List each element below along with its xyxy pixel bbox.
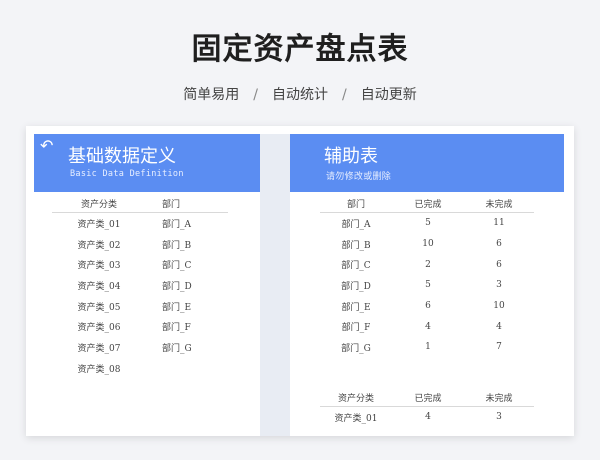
column-header: 部门 (346, 199, 365, 210)
table-header-row: 资产分类 已完成 未完成 (320, 388, 534, 407)
table-cell[interactable]: 部门_E (320, 300, 392, 313)
feature-separator: / (342, 87, 347, 103)
table-cell[interactable]: 11 (464, 218, 534, 228)
feature-item: 简单易用 (183, 87, 240, 103)
table-cell[interactable]: 资产类_01 (52, 217, 146, 230)
table-cell[interactable]: 部门_C (146, 258, 228, 271)
table-row: 部门_B 10 6 (320, 234, 534, 255)
table-row: 部门_E 6 10 (320, 296, 534, 317)
table-cell[interactable]: 7 (464, 342, 534, 352)
table-cell[interactable]: 4 (392, 322, 464, 332)
table-cell[interactable]: 部门_A (320, 217, 392, 230)
table-row: 资产类_08 (52, 358, 228, 379)
column-header: 资产分类 (337, 393, 374, 404)
basic-data-panel: ↶ 基础数据定义 Basic Data Definition 资产分类 部门 资… (34, 134, 260, 436)
table-header-row: 部门 已完成 未完成 (320, 194, 534, 213)
table-cell[interactable]: 10 (392, 239, 464, 249)
table-row: 资产类_03 部门_C (52, 254, 228, 275)
table-cell[interactable]: 6 (392, 301, 464, 311)
page-title: 固定资产盘点表 (191, 32, 409, 67)
table-cell[interactable]: 部门_E (146, 300, 228, 313)
table-row: 部门_C 2 6 (320, 254, 534, 275)
table-cell[interactable]: 部门_C (320, 258, 392, 271)
table-cell[interactable]: 资产类_06 (52, 320, 146, 333)
table-cell[interactable]: 部门_F (146, 320, 228, 333)
basic-data-table: 资产分类 部门 资产类_01 部门_A 资产类_02 部门_B 资产类_03 部门_C 资产… (52, 194, 228, 379)
table-cell[interactable]: 10 (464, 301, 534, 311)
table-cell[interactable]: 5 (392, 218, 464, 228)
table-cell[interactable]: 部门_G (146, 341, 228, 354)
table-row: 部门_G 1 7 (320, 337, 534, 358)
table-row: 部门_A 5 11 (320, 213, 534, 234)
table-cell[interactable]: 部门_B (146, 238, 228, 251)
column-header: 未完成 (485, 393, 513, 404)
table-cell[interactable]: 2 (392, 260, 464, 270)
table-cell[interactable]: 部门_D (320, 279, 392, 292)
table-row: 部门_D 5 3 (320, 275, 534, 296)
table-cell[interactable]: 3 (464, 412, 534, 422)
table-cell[interactable]: 资产类_03 (52, 258, 146, 271)
table-cell[interactable]: 资产类_04 (52, 279, 146, 292)
helper-table-subtitle: 请勿修改或删除 (326, 172, 392, 182)
basic-data-title: 基础数据定义 (68, 146, 176, 167)
table-row: 资产类_04 部门_D (52, 275, 228, 296)
helper-table-title: 辅助表 (324, 146, 378, 167)
table-row: 资产类_01 4 3 (320, 407, 534, 428)
table-cell[interactable]: 部门_G (320, 341, 392, 354)
helper-table-banner: 辅助表 请勿修改或删除 (290, 134, 564, 192)
column-header: 未完成 (485, 199, 513, 210)
column-header: 部门 (162, 199, 181, 210)
department-table: 部门 已完成 未完成 部门_A 5 11 部门_B 10 6 部门_C 2 6 部门_D 5 3 部门_… (320, 194, 534, 358)
feature-list: 简单易用 / 自动统计 / 自动更新 (0, 84, 600, 104)
table-cell[interactable]: 3 (464, 280, 534, 290)
column-header: 已完成 (414, 393, 442, 404)
undo-arrow-icon[interactable]: ↶ (40, 136, 53, 155)
table-row: 部门_F 4 4 (320, 316, 534, 337)
basic-data-banner: ↶ 基础数据定义 Basic Data Definition (34, 134, 260, 192)
table-cell[interactable]: 5 (392, 280, 464, 290)
table-row: 资产类_01 部门_A (52, 213, 228, 234)
table-cell[interactable]: 1 (392, 342, 464, 352)
table-cell[interactable]: 资产类_07 (52, 341, 146, 354)
table-cell[interactable]: 部门_A (146, 217, 228, 230)
table-row: 资产类_06 部门_F (52, 316, 228, 337)
table-cell[interactable]: 资产类_05 (52, 300, 146, 313)
basic-data-subtitle: Basic Data Definition (70, 169, 184, 179)
feature-item: 自动统计 (272, 87, 328, 103)
category-table: 资产分类 已完成 未完成 资产类_01 4 3 (320, 388, 534, 428)
table-cell[interactable]: 资产类_01 (320, 411, 392, 424)
column-gap (260, 134, 290, 436)
column-header: 已完成 (414, 199, 442, 210)
helper-table-panel: 辅助表 请勿修改或删除 部门 已完成 未完成 部门_A 5 11 部门_B 10 6 部门_… (290, 134, 564, 436)
table-cell[interactable]: 部门_B (320, 238, 392, 251)
feature-separator: / (253, 87, 258, 103)
table-cell[interactable]: 部门_D (146, 279, 228, 292)
table-row: 资产类_05 部门_E (52, 296, 228, 317)
table-cell[interactable]: 资产类_08 (52, 362, 146, 375)
table-cell[interactable]: 4 (464, 322, 534, 332)
table-cell[interactable]: 部门_F (320, 320, 392, 333)
table-header-row: 资产分类 部门 (52, 194, 228, 213)
table-row: 资产类_07 部门_G (52, 337, 228, 358)
feature-item: 自动更新 (360, 87, 417, 103)
table-cell[interactable]: 6 (464, 260, 534, 270)
table-cell[interactable]: 4 (392, 412, 464, 422)
table-row: 资产类_02 部门_B (52, 234, 228, 255)
spreadsheet-sheet: ↶ 基础数据定义 Basic Data Definition 资产分类 部门 资… (26, 126, 574, 436)
column-header: 资产分类 (80, 199, 117, 210)
table-cell[interactable]: 6 (464, 239, 534, 249)
table-cell[interactable]: 资产类_02 (52, 238, 146, 251)
